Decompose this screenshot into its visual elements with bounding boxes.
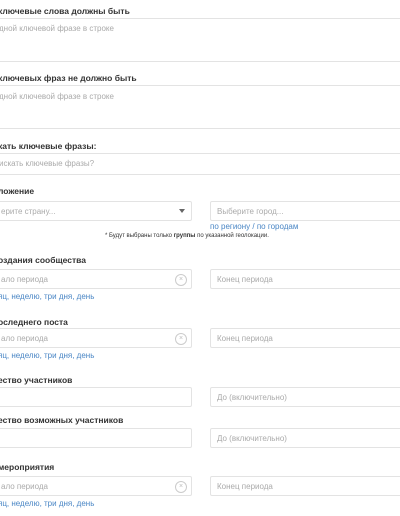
note-bold: группы: [173, 233, 196, 239]
country-placeholder: ерите страну...: [1, 207, 56, 216]
created-end-input[interactable]: Конец периода: [210, 269, 400, 289]
event-start-placeholder: ало периода: [1, 482, 48, 491]
search-phrases-placeholder: искать ключевые фразы?: [0, 159, 95, 168]
last-post-quick-periods[interactable]: яц, неделю, три дня, день: [0, 351, 94, 360]
clear-icon[interactable]: ×: [175, 274, 187, 286]
created-start-placeholder: ало периода: [1, 275, 48, 284]
keywords-excluded-placeholder: дной ключевой фразе в строке: [0, 92, 114, 101]
members-from-input[interactable]: [0, 387, 192, 407]
members-to-placeholder: До (включительно): [217, 393, 287, 402]
possible-members-to-placeholder: До (включительно): [217, 434, 287, 443]
event-end-input[interactable]: Конец периода: [210, 476, 400, 496]
members-to-input[interactable]: До (включительно): [210, 387, 400, 407]
location-note: * Будут выбраны только группы по указанн…: [105, 233, 269, 239]
created-label: оздания сообщества: [0, 255, 86, 265]
last-post-start-placeholder: ало периода: [1, 334, 48, 343]
event-label: мероприятия: [0, 462, 55, 472]
members-label: ество участников: [0, 375, 73, 385]
last-post-end-placeholder: Конец периода: [217, 334, 273, 343]
keywords-excluded-textarea[interactable]: дной ключевой фразе в строке: [0, 85, 400, 129]
keywords-required-label: ключевые слова должны быть: [0, 6, 130, 16]
city-placeholder: Выберите город...: [217, 207, 284, 216]
link-by-region[interactable]: по региону: [210, 222, 250, 231]
keywords-excluded-label: ключевых фраз не должно быть: [0, 73, 137, 83]
last-post-label: оследнего поста: [0, 317, 68, 327]
chevron-down-icon[interactable]: [179, 209, 185, 213]
city-select[interactable]: Выберите город...: [210, 201, 400, 221]
created-start-input[interactable]: ало периода ×: [0, 269, 192, 289]
possible-members-from-input[interactable]: [0, 428, 192, 448]
location-label: ложение: [0, 186, 35, 196]
location-mode-links: по региону / по городам: [210, 222, 298, 231]
search-phrases-input[interactable]: искать ключевые фразы?: [0, 153, 400, 175]
country-select[interactable]: ерите страну...: [0, 201, 192, 221]
keywords-required-placeholder: дной ключевой фразе в строке: [0, 24, 114, 33]
clear-icon[interactable]: ×: [175, 481, 187, 493]
note-suffix: по указанной геолокации.: [195, 233, 269, 239]
search-phrases-label: кать ключевые фразы:: [0, 141, 97, 151]
clear-icon[interactable]: ×: [175, 333, 187, 345]
link-separator: /: [250, 222, 257, 231]
last-post-start-input[interactable]: ало периода ×: [0, 328, 192, 348]
last-post-end-input[interactable]: Конец периода: [210, 328, 400, 348]
event-end-placeholder: Конец периода: [217, 482, 273, 491]
possible-members-label: ество возможных участников: [0, 415, 124, 425]
event-start-input[interactable]: ало периода ×: [0, 476, 192, 496]
created-end-placeholder: Конец периода: [217, 275, 273, 284]
keywords-required-textarea[interactable]: дной ключевой фразе в строке: [0, 18, 400, 62]
link-by-cities[interactable]: по городам: [257, 222, 299, 231]
possible-members-to-input[interactable]: До (включительно): [210, 428, 400, 448]
note-prefix: * Будут выбраны только: [105, 233, 174, 239]
created-quick-periods[interactable]: яц, неделю, три дня, день: [0, 292, 94, 301]
event-quick-periods[interactable]: яц, неделю, три дня, день: [0, 499, 94, 508]
